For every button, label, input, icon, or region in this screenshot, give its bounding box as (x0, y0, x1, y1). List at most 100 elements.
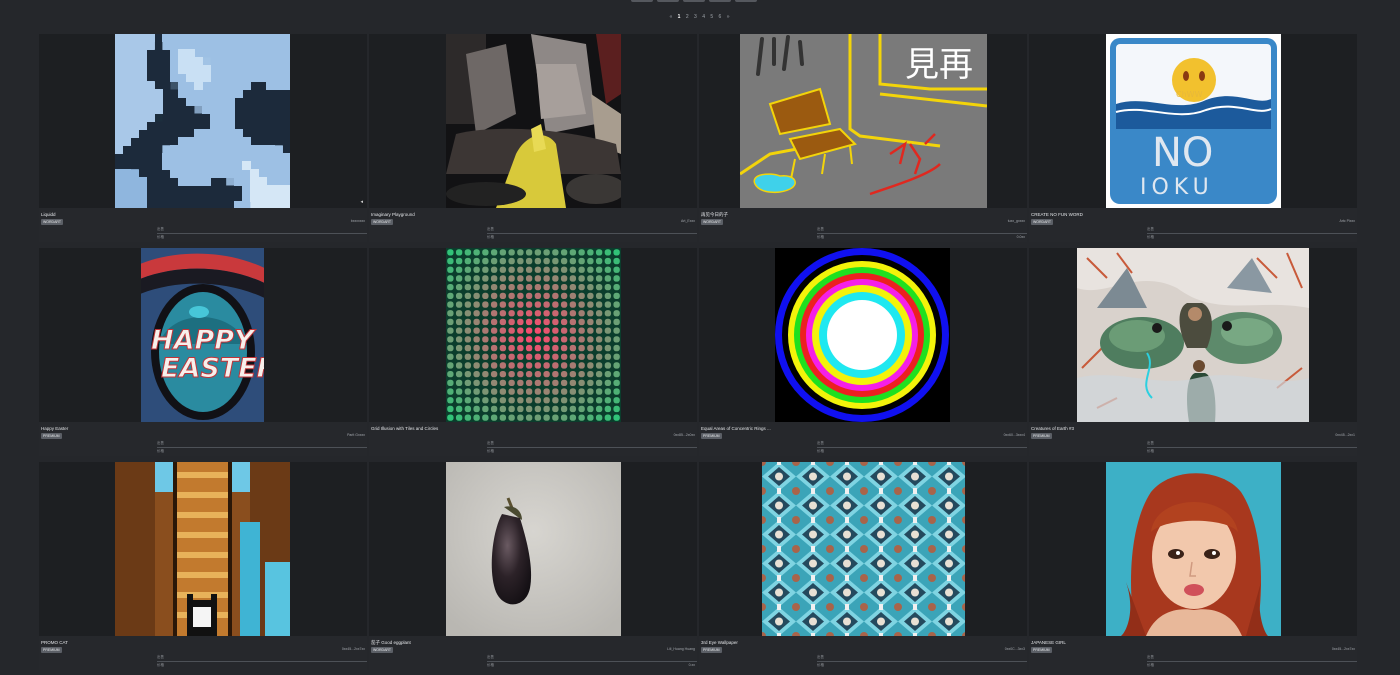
grid-illusion-tile (543, 344, 550, 352)
grid-illusion-tile (560, 257, 568, 265)
grid-illusion-tile (455, 275, 463, 282)
grid-illusion-tile (473, 284, 480, 291)
grid-illusion-tile (490, 301, 498, 308)
grid-illusion-tile (578, 275, 585, 282)
card-author[interactable]: bxxxxxxx (351, 219, 365, 223)
pagination-page-2[interactable]: 2 (686, 14, 690, 20)
grid-illusion-tile (595, 310, 603, 317)
grid-illusion-tile (595, 414, 603, 421)
nft-card[interactable]: 茄子 Good eggplant WORDART Lili_Huang Huan… (369, 462, 697, 670)
nft-card[interactable]: Grid Illusion with Tiles and Circles 0xx… (369, 248, 697, 456)
card-thumbnail[interactable] (369, 248, 697, 422)
card-divider (157, 661, 367, 662)
nft-card[interactable]: Equal Areas of Concentric Rings ... PREM… (699, 248, 1027, 456)
speaker-icon[interactable]: ◂ (360, 199, 363, 205)
nft-card[interactable]: Imaginary Playground WORDART Art_Exxx 出售… (369, 34, 697, 242)
concentric-rings-image (775, 248, 950, 422)
top-button-1[interactable] (631, 0, 653, 2)
card-thumbnail[interactable] (369, 462, 697, 636)
grid-illusion-tile (552, 414, 559, 421)
grid-illusion-tile (508, 379, 515, 386)
nft-card[interactable]: 見再 再见今日的子 WORDART tuxx_gxxxx 出售 价格 0.0xx (699, 34, 1027, 242)
grid-illusion-tile (587, 414, 594, 421)
top-button-4[interactable] (709, 0, 731, 2)
card-thumbnail[interactable] (369, 34, 697, 208)
card-thumbnail[interactable] (1029, 462, 1357, 636)
pagination-page-4[interactable]: 4 (702, 14, 706, 20)
card-author[interactable]: 0xx85...2x0xx (674, 433, 695, 437)
card-thumbnail[interactable] (699, 462, 1027, 636)
card-author[interactable]: Art_Exxx (681, 219, 695, 223)
grid-illusion-tile (534, 310, 542, 317)
pagination-page-3[interactable]: 3 (694, 14, 698, 20)
grid-illusion-tile (569, 414, 577, 421)
grid-illusion-tile (490, 318, 498, 326)
card-thumbnail[interactable]: 見再 (699, 34, 1027, 208)
grid-illusion-tile (517, 292, 524, 299)
top-button-5[interactable] (735, 0, 757, 2)
nft-card[interactable]: PROMO CAT PREMIUM 0xx45...2xx7xx 出售 价格 (39, 462, 367, 670)
card-tag: WORDART (41, 219, 64, 225)
grid-illusion-tile (569, 371, 577, 378)
grid-illusion-tile (543, 266, 550, 273)
nft-card[interactable]: JAPANESE GIRL PREMIUM 0xx45...2xx7xx 出售 … (1029, 462, 1357, 670)
nft-card[interactable]: 3rd Eye Wallpaper PREMIUM 0xx0C...3xx3 出… (699, 462, 1027, 670)
card-title: 3rd Eye Wallpaper (701, 640, 738, 645)
pagination-page-5[interactable]: 5 (710, 14, 714, 20)
pagination-page-6[interactable]: 6 (719, 14, 723, 20)
grid-illusion-tile (455, 257, 463, 265)
card-thumbnail[interactable]: ◂ (39, 34, 367, 208)
grid-illusion-tile (569, 284, 577, 291)
grid-illusion-tile (517, 284, 524, 291)
grid-illusion-tile (464, 275, 472, 282)
nft-card[interactable]: Creatures of Earth #3 PREMIUM 0xx45...2x… (1029, 248, 1357, 456)
grid-illusion-tile (473, 318, 480, 326)
card-row2-value: 0.xx (688, 663, 695, 667)
card-author[interactable]: 0xx45...2xx1 (1335, 433, 1355, 437)
card-author[interactable]: Lili_Huang Huang (667, 647, 695, 651)
top-button-2[interactable] (657, 0, 679, 2)
card-author[interactable]: 0xx60...3xxx4 (1004, 433, 1025, 437)
no-sign-image: ChWW NO IOKU (1106, 34, 1281, 208)
card-thumbnail[interactable] (39, 462, 367, 636)
nft-card[interactable]: ◂ Liquidd WORDART bxxxxxxx 出售 价格 (39, 34, 367, 242)
nft-card[interactable]: HAPPY EASTER Happy Easter PREMIUM Parit … (39, 248, 367, 456)
grid-illusion-tile (473, 353, 480, 360)
card-author[interactable]: 0xx0C...3xx3 (1005, 647, 1025, 651)
grid-illusion-tile (499, 292, 507, 299)
grid-illusion-tile (587, 388, 594, 395)
nft-card[interactable]: ChWW NO IOKU CREATE NO FUN WORD WORDART … (1029, 34, 1357, 242)
grid-illusion-tile (534, 301, 542, 308)
grid-illusion-tile (490, 310, 498, 317)
card-thumbnail[interactable] (699, 248, 1027, 422)
card-thumbnail[interactable]: HAPPY EASTER (39, 248, 367, 422)
grid-illusion-tile (464, 249, 472, 256)
grid-illusion-tile (595, 379, 603, 386)
card-tag: WORDART (701, 219, 724, 225)
top-button-3[interactable] (683, 0, 705, 2)
grid-illusion-tile (560, 371, 568, 378)
grid-illusion-tile (482, 327, 489, 334)
card-thumbnail[interactable]: ChWW NO IOKU (1029, 34, 1357, 208)
grid-illusion-tile (447, 405, 454, 413)
card-author[interactable]: 0xx45...2xx7xx (342, 647, 365, 651)
pagination-page-1[interactable]: 1 (678, 14, 682, 20)
grid-illusion-tile (482, 397, 489, 404)
grid-illusion-image (446, 248, 621, 422)
grid-illusion-tile (447, 292, 454, 299)
pagination-next[interactable]: » (727, 14, 731, 20)
grid-illusion-tile (604, 266, 612, 273)
grid-illusion-tile (569, 257, 577, 265)
card-author[interactable]: Parit Gxxxx (347, 433, 365, 437)
pagination-prev[interactable]: « (670, 14, 674, 20)
grid-illusion-tile (569, 249, 577, 256)
grid-illusion-tile (525, 353, 533, 360)
card-author[interactable]: 0xx45...2xx7xx (1332, 647, 1355, 651)
card-author[interactable]: tuxx_gxxxx (1008, 219, 1025, 223)
grid-illusion-tile (569, 405, 577, 413)
grid-illusion-tile (447, 275, 454, 282)
grid-illusion-tile (464, 371, 472, 378)
card-author[interactable]: Artc Pixxx (1339, 219, 1355, 223)
grid-illusion-tile (499, 327, 507, 334)
card-thumbnail[interactable] (1029, 248, 1357, 422)
